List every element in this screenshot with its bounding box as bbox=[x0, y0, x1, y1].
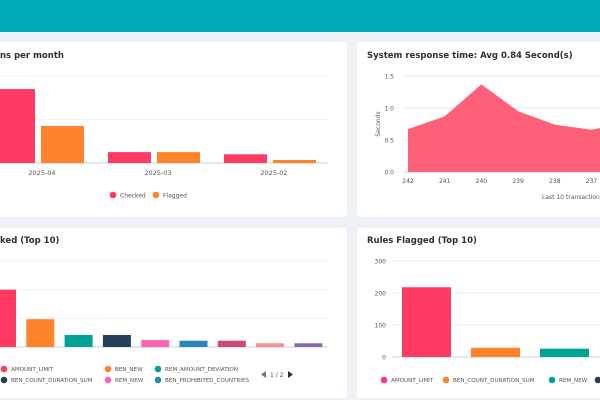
bar-flagged bbox=[41, 126, 84, 163]
response-time-area bbox=[408, 84, 600, 172]
y-tick-label: 100 bbox=[375, 323, 387, 330]
bar-rem_new bbox=[540, 348, 589, 357]
bar-amount_limit bbox=[402, 287, 451, 357]
legend-dot-checked[interactable] bbox=[109, 191, 117, 199]
bar-checked bbox=[224, 154, 267, 163]
bar-rule bbox=[294, 343, 323, 347]
legend-label[interactable]: BEN_COUNT_DURATION_SUM bbox=[453, 378, 535, 384]
legend-label[interactable]: REM_AMOUNT_DEVIATION bbox=[165, 367, 238, 373]
bar-flagged bbox=[273, 159, 316, 163]
legend-dot-flagged[interactable] bbox=[152, 191, 160, 199]
y-tick-label: 0.5 bbox=[384, 138, 394, 145]
x-tick-label: 240 bbox=[476, 178, 488, 185]
x-tick-label: 237 bbox=[586, 178, 598, 185]
x-tick-label: 2025-02 bbox=[260, 169, 287, 177]
bar-amount_limit bbox=[0, 289, 16, 347]
bar-flagged bbox=[157, 152, 200, 163]
legend-dot[interactable] bbox=[442, 376, 450, 384]
x-tick-label: 242 bbox=[402, 178, 414, 185]
y-tick-label: 1.5 bbox=[384, 74, 394, 81]
legend-label[interactable]: Flagged bbox=[163, 193, 187, 200]
legend-label[interactable]: BEN_COUNT_DURATION_SUM bbox=[11, 378, 93, 384]
legend-dot[interactable] bbox=[0, 365, 8, 373]
legend-dot[interactable] bbox=[104, 365, 112, 373]
legend-dot[interactable] bbox=[594, 376, 600, 384]
legend-dot[interactable] bbox=[548, 376, 556, 384]
legend-label[interactable]: BEN_PROHIBITED_COUNTRIES bbox=[165, 378, 249, 384]
x-tick-label: 2025-04 bbox=[28, 169, 55, 177]
legend-label[interactable]: AMOUNT_LIMIT bbox=[391, 378, 434, 384]
legend-dot[interactable] bbox=[380, 376, 388, 384]
y-tick-label: 0.0 bbox=[384, 170, 394, 177]
legend-dot[interactable] bbox=[104, 376, 112, 384]
bar-ben_count_duration_sum bbox=[102, 334, 131, 347]
y-tick-label: 300 bbox=[375, 259, 387, 266]
bar-rem_amount_deviation bbox=[64, 334, 93, 347]
bar-rule bbox=[217, 340, 246, 347]
charts-layer: 2025-04 2025-03 2025-02 Checked Flagged 0.0 0.… bbox=[0, 74, 600, 384]
bar-rule bbox=[256, 343, 285, 347]
x-axis-label: Last 10 transaction bbox=[542, 194, 600, 201]
legend-next-icon[interactable] bbox=[288, 371, 293, 378]
x-tick-label: 239 bbox=[512, 178, 524, 185]
legend-dot[interactable] bbox=[0, 376, 8, 384]
legend-dot[interactable] bbox=[154, 365, 162, 373]
y-tick-label: 1.0 bbox=[384, 106, 394, 113]
y-axis-label: Seconds bbox=[375, 111, 382, 136]
legend-label[interactable]: Checked bbox=[120, 193, 146, 200]
legend-label[interactable]: REM_NEW bbox=[115, 378, 144, 384]
legend-dot[interactable] bbox=[154, 376, 162, 384]
y-tick-label: 0 bbox=[382, 355, 386, 362]
x-tick-label: 2025-03 bbox=[144, 169, 171, 177]
bar-rem_new bbox=[141, 340, 170, 347]
legend-label[interactable]: AMOUNT_LIMIT bbox=[11, 367, 54, 373]
x-tick-label: 241 bbox=[439, 178, 451, 185]
y-tick-label: 200 bbox=[375, 291, 387, 298]
x-tick-label: 238 bbox=[549, 178, 561, 185]
bar-ben_count_duration_sum bbox=[471, 347, 520, 357]
bar-checked bbox=[108, 152, 151, 163]
legend-label[interactable]: REM_NEW bbox=[559, 378, 588, 384]
bar-checked bbox=[0, 89, 35, 163]
bar-ben_prohibited_countries bbox=[179, 340, 208, 347]
legend-prev-icon[interactable] bbox=[261, 371, 266, 378]
legend-label[interactable]: BEN_NEW bbox=[115, 367, 143, 373]
bar-ben_new bbox=[26, 319, 55, 347]
legend-page: 1 / 2 bbox=[270, 372, 284, 379]
